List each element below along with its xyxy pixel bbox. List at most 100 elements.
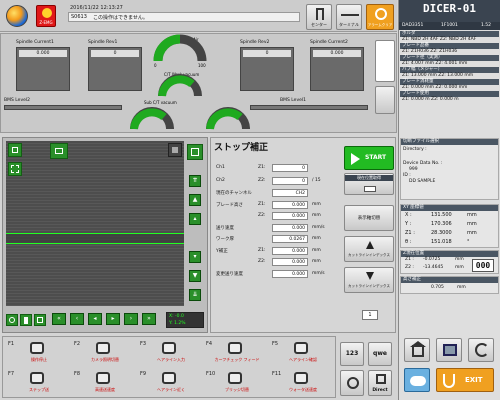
- field-value[interactable]: 0.000: [272, 224, 308, 232]
- qwerty-keyboard-label: qwe: [373, 350, 387, 357]
- field-unit: mm: [312, 248, 321, 253]
- coord-row: θ : 151.018 °: [401, 238, 498, 247]
- function-key-icon: [228, 342, 242, 354]
- field-value[interactable]: 0: [272, 164, 308, 172]
- function-key-icon: [96, 342, 110, 354]
- z-counter: 000: [472, 259, 494, 272]
- machine-serial: 1F1001: [441, 23, 458, 28]
- machine-name-bar: DICER-01: [399, 0, 500, 22]
- emg-button[interactable]: Z-EMG: [36, 5, 56, 27]
- move-left-fast-button[interactable]: «: [52, 313, 66, 325]
- screen-button[interactable]: [436, 338, 462, 362]
- index-counter[interactable]: 1: [362, 310, 378, 320]
- move-left-step-button[interactable]: ◂: [88, 313, 102, 325]
- function-key-f7[interactable]: F7 ステップ送: [6, 369, 72, 395]
- coord-axis: Y :: [405, 221, 412, 227]
- field-value[interactable]: 0.000: [272, 270, 308, 278]
- move-up-fast-button[interactable]: ⇈: [189, 175, 201, 187]
- start-button[interactable]: START: [344, 146, 394, 170]
- function-key-id: F8: [74, 371, 81, 377]
- function-key-f9[interactable]: F9 ヘアライン近く: [138, 369, 204, 395]
- logo-icon: [6, 5, 28, 27]
- function-key-f2[interactable]: F2 カメラ照明切替: [72, 339, 138, 365]
- field-unit: mm/s: [312, 225, 325, 230]
- gauge-side-button-1[interactable]: [375, 40, 395, 82]
- function-key-id: F5: [272, 341, 279, 347]
- function-key-icon: [162, 372, 176, 384]
- tool-button[interactable]: [468, 338, 494, 362]
- function-key-f10[interactable]: F10 ブリッジ切替: [204, 369, 270, 395]
- camera-toggle-button[interactable]: [404, 368, 430, 392]
- camera-fit-button[interactable]: [8, 162, 22, 176]
- emg-label: Z-EMG: [39, 20, 53, 25]
- field-label: 現在のチャンネル: [216, 191, 252, 196]
- numeric-keypad-label: 123: [345, 350, 359, 357]
- gauge-side-button-2[interactable]: [375, 86, 395, 114]
- move-right-button[interactable]: ›: [124, 313, 138, 325]
- right-gauge-buttons: [375, 40, 395, 120]
- arrow-down-icon: [366, 272, 374, 280]
- terminal-button[interactable]: ターミナル: [336, 4, 362, 30]
- field-value[interactable]: 0.000: [272, 258, 308, 266]
- cutline-index-down-label: カットラインインデックス: [348, 284, 390, 288]
- coord-value: 131.500: [431, 212, 452, 218]
- numeric-keypad-button[interactable]: 123: [340, 342, 364, 366]
- field-unit: mm: [312, 236, 321, 241]
- stop-icon: [172, 147, 178, 153]
- cutline-index-up-button[interactable]: カットラインインデックス: [344, 236, 394, 262]
- camera-icon: [55, 148, 63, 154]
- camera-zoom-button[interactable]: [8, 143, 22, 157]
- alarm-clear-button[interactable]: アラームクリア: [366, 4, 394, 30]
- display-axis-button[interactable]: 表示軸切替: [344, 205, 394, 231]
- machine-model: DAD3351: [402, 23, 424, 28]
- direct-button[interactable]: Direct: [368, 370, 392, 396]
- alarm-clear-label: アラームクリア: [367, 23, 393, 27]
- function-key-f8[interactable]: F8 高速送速度: [72, 369, 138, 395]
- move-down-button[interactable]: ▼: [189, 270, 201, 282]
- function-key-f4[interactable]: F4 カーフチェック フィード: [204, 339, 270, 365]
- move-right-fast-button[interactable]: »: [142, 313, 156, 325]
- joystick-button[interactable]: [340, 370, 364, 396]
- field-value[interactable]: CH2: [272, 189, 308, 197]
- z-axis: Z1 :: [405, 257, 414, 262]
- move-down-fast-button[interactable]: ⇊: [189, 289, 201, 301]
- function-key-label: ウォータ送速度: [289, 387, 317, 392]
- function-key-id: F7: [8, 371, 15, 377]
- light-button[interactable]: [20, 314, 32, 326]
- function-key-f3[interactable]: F3 ヘアライン入力: [138, 339, 204, 365]
- qwerty-keyboard-button[interactable]: qwe: [368, 342, 392, 366]
- water-air-gauge: Water Air 0 100: [153, 34, 207, 68]
- camera-capture-button[interactable]: [50, 143, 68, 159]
- function-key-id: F2: [74, 341, 81, 347]
- home-button[interactable]: [404, 338, 430, 362]
- move-up-button[interactable]: ▲: [189, 194, 201, 206]
- camera-corner-button[interactable]: [168, 143, 182, 157]
- move-right-step-button[interactable]: ▸: [106, 313, 120, 325]
- blade-info-list: ホルダ Z1: NBD 2H 4AF Z2: NBD 2H 4AF ブレード品番…: [400, 31, 499, 103]
- cutline-index-down-button[interactable]: カットラインインデックス: [344, 267, 394, 293]
- lamp-button[interactable]: [6, 314, 18, 326]
- center-button[interactable]: センター: [306, 4, 332, 30]
- field-value[interactable]: 0: [272, 177, 308, 185]
- form-field-row: 現在のチャンネル CH2: [214, 188, 342, 198]
- field-value[interactable]: 0.0267: [272, 235, 308, 243]
- function-key-f11[interactable]: F11 ウォータ送速度: [270, 369, 336, 395]
- field-value[interactable]: 0.000: [272, 201, 308, 209]
- coord-axis: X :: [405, 212, 412, 218]
- exit-button[interactable]: EXIT: [436, 368, 494, 392]
- function-key-icon: [228, 372, 242, 384]
- spindle-current1-display: 0.000: [16, 47, 70, 91]
- move-down-step-button[interactable]: ▾: [189, 251, 201, 263]
- get-position-button[interactable]: 現在位置取得: [344, 173, 394, 195]
- focus-icon: [37, 317, 43, 323]
- move-up-step-button[interactable]: ▴: [189, 213, 201, 225]
- function-key-f1[interactable]: F1 操作停止: [6, 339, 72, 365]
- focus-button[interactable]: [34, 314, 46, 326]
- field-value[interactable]: 0.000: [272, 212, 308, 220]
- field-unit: mm: [312, 213, 321, 218]
- display-axis-label: 表示軸切替: [357, 216, 381, 221]
- move-left-button[interactable]: ‹: [70, 313, 84, 325]
- field-value[interactable]: 0.000: [272, 247, 308, 255]
- function-key-f5[interactable]: F5 ヘアライン確認: [270, 339, 336, 365]
- camera-side-btn-top[interactable]: [187, 144, 203, 160]
